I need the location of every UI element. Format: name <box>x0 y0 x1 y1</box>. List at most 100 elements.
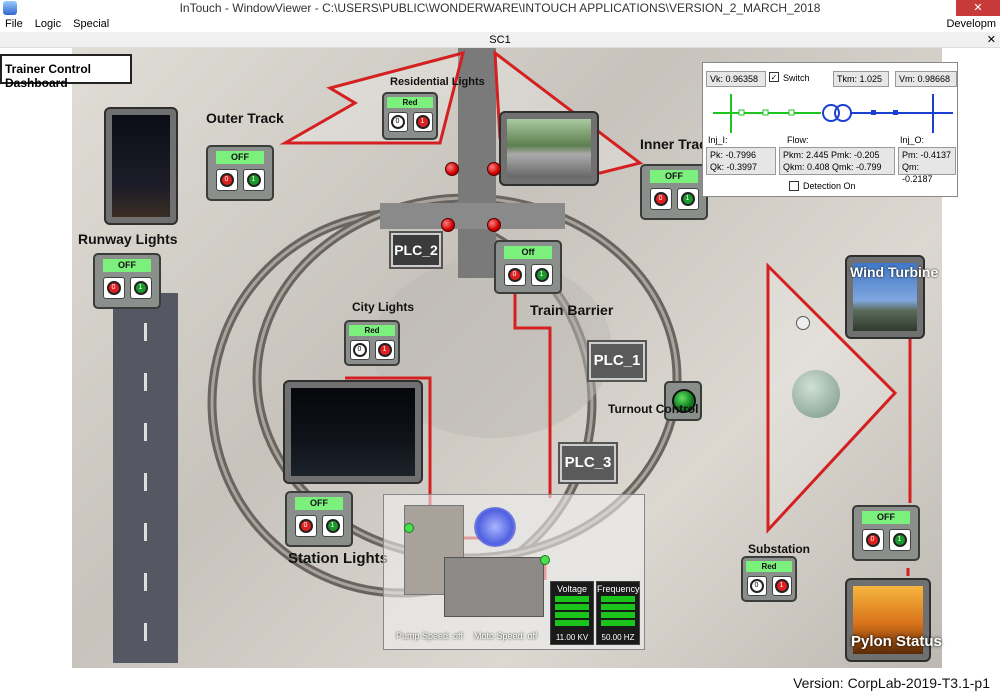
flow-readout: Pkm: 2.445 Pmk: -0.205 Qkm: 0.408 Qmk: -… <box>779 147 895 175</box>
train-barrier-label: Train Barrier <box>530 302 614 318</box>
residential-lights-label: Residential Lights <box>390 76 485 88</box>
substation-off-button[interactable]: 0 <box>746 576 767 596</box>
turbine-off-button[interactable]: 0 <box>861 529 884 551</box>
app-icon <box>3 1 17 15</box>
menu-file[interactable]: File <box>5 18 23 30</box>
outer-track-on-button[interactable]: 1 <box>242 169 265 191</box>
qkm-value: Qkm: 0.408 Qmk: -0.799 <box>783 162 882 172</box>
switch-checkbox[interactable]: ✓ <box>769 72 779 82</box>
moto-speed-readout: Moto Speed: off <box>474 631 538 641</box>
runway-lights-label: Runway Lights <box>78 231 178 247</box>
inner-track-on-button[interactable]: 1 <box>676 188 699 210</box>
pump-status-indicator <box>404 523 414 533</box>
qk-value: Qk: -0.3997 <box>710 162 758 172</box>
on-icon: 1 <box>680 192 695 206</box>
menu-special[interactable]: Special <box>73 18 109 30</box>
inj-i-readout: Pk: -0.7996 Qk: -0.3997 <box>706 147 776 175</box>
runway-lights-off-button[interactable]: 0 <box>102 277 125 299</box>
off-icon: 0 <box>298 519 313 533</box>
one-line-diagram <box>713 94 953 133</box>
detection-checkbox[interactable] <box>789 181 799 191</box>
residential-lights-off-button[interactable]: 0 <box>387 112 408 132</box>
plc1-label: PLC_1 <box>589 342 645 380</box>
train-barrier-control: Off 0 1 <box>494 240 562 294</box>
off-icon: 0 <box>507 268 522 282</box>
off-icon: 0 <box>219 173 234 187</box>
voltage-meter: Voltage 11.00 KV <box>550 581 594 645</box>
window-titlebar: InTouch - WindowViewer - C:\USERS\PUBLIC… <box>0 0 1000 16</box>
outer-track-status: OFF <box>216 151 264 164</box>
frequency-meter: Frequency 50.00 HZ <box>596 581 640 645</box>
train-barrier-on-button[interactable]: 1 <box>530 264 553 286</box>
turbine-on-button[interactable]: 1 <box>888 529 911 551</box>
dashboard-title: Trainer Control Dashboard <box>0 54 132 90</box>
tkm-readout: Tkm: 1.025 <box>833 71 889 87</box>
station-lights-label: Station Lights <box>288 550 388 567</box>
signal-light <box>487 162 501 176</box>
voltage-label: Voltage <box>556 584 588 594</box>
on-icon: 1 <box>325 519 340 533</box>
inner-track-off-button[interactable]: 0 <box>649 188 672 210</box>
inner-track-control: OFF 0 1 <box>640 164 708 220</box>
runway-lights-on-button[interactable]: 1 <box>129 277 152 299</box>
outer-track-control: OFF 0 1 <box>206 145 274 201</box>
train-barrier-off-button[interactable]: 0 <box>503 264 526 286</box>
voltage-value: 11.00 KV <box>555 633 589 642</box>
residential-lights-on-button[interactable]: 1 <box>412 112 433 132</box>
on-icon: 1 <box>774 579 789 593</box>
city-lights-label: City Lights <box>352 300 414 314</box>
substation-on-button[interactable]: 1 <box>771 576 792 596</box>
off-icon: 0 <box>352 343 367 357</box>
pkm-value: Pkm: 2.445 Pmk: -0.205 <box>783 150 880 160</box>
outer-track-off-button[interactable]: 0 <box>215 169 238 191</box>
window-tab: SC1 ✕ <box>0 32 1000 48</box>
menu-development[interactable]: Developm <box>946 16 996 32</box>
station-lights-off-button[interactable]: 0 <box>294 515 317 537</box>
flame-graphic <box>474 507 516 547</box>
on-icon: 1 <box>377 343 392 357</box>
signal-light <box>445 162 459 176</box>
substation-indicator <box>796 316 810 330</box>
pylon-status-label: Pylon Status <box>851 633 942 650</box>
tab-sc1[interactable]: SC1 <box>489 34 510 46</box>
motor-status-indicator <box>540 555 550 565</box>
pump-speed-readout: Pump Speed: off <box>396 631 463 641</box>
runway-lights-control: OFF 0 1 <box>93 253 161 309</box>
inner-track-status: OFF <box>650 170 698 183</box>
plc2-label: PLC_2 <box>391 233 441 267</box>
on-icon: 1 <box>534 268 549 282</box>
station-lights-status: OFF <box>295 497 343 510</box>
vm-readout: Vm: 0.98668 <box>895 71 957 87</box>
plc3-label: PLC_3 <box>560 444 616 482</box>
station-lights-control: OFF 0 1 <box>285 491 353 547</box>
on-icon: 1 <box>246 173 261 187</box>
pm-value: Pm: -0.4137 <box>902 150 952 160</box>
turbine-control: OFF 0 1 <box>852 505 920 561</box>
switch-label: Switch <box>783 73 810 83</box>
station-lights-on-button[interactable]: 1 <box>321 515 344 537</box>
on-icon: 1 <box>892 533 907 547</box>
generating-station-panel: Voltage 11.00 KV Frequency 50.00 HZ Pump… <box>383 494 645 650</box>
runway-camera-feed <box>104 107 178 225</box>
barrier-camera-feed <box>499 111 599 186</box>
train-barrier-status: Off <box>504 246 552 259</box>
turbine-status: OFF <box>862 511 910 524</box>
tab-close-icon[interactable]: ✕ <box>987 32 996 48</box>
vk-readout: Vk: 0.96358 <box>706 71 766 87</box>
off-icon: 0 <box>749 579 764 593</box>
substation-tank <box>792 370 840 418</box>
power-flow-panel: Vk: 0.96358 ✓ Switch Tkm: 1.025 Vm: 0.98… <box>702 62 958 197</box>
city-lights-off-button[interactable]: 0 <box>349 340 370 360</box>
city-lights-on-button[interactable]: 1 <box>374 340 395 360</box>
substation-status: Red <box>746 561 792 572</box>
window-title: InTouch - WindowViewer - C:\USERS\PUBLIC… <box>179 1 821 15</box>
off-icon: 0 <box>390 115 405 129</box>
off-icon: 0 <box>106 281 121 295</box>
substation-label: Substation <box>748 542 810 556</box>
pk-value: Pk: -0.7996 <box>710 150 757 160</box>
city-lights-control: Red 0 1 <box>344 320 400 366</box>
close-button[interactable]: ✕ <box>956 0 1000 16</box>
menu-logic[interactable]: Logic <box>35 18 61 30</box>
on-icon: 1 <box>415 115 430 129</box>
dashboard-canvas: Trainer Control Dashboard Wind Turbine P… <box>0 48 1000 699</box>
